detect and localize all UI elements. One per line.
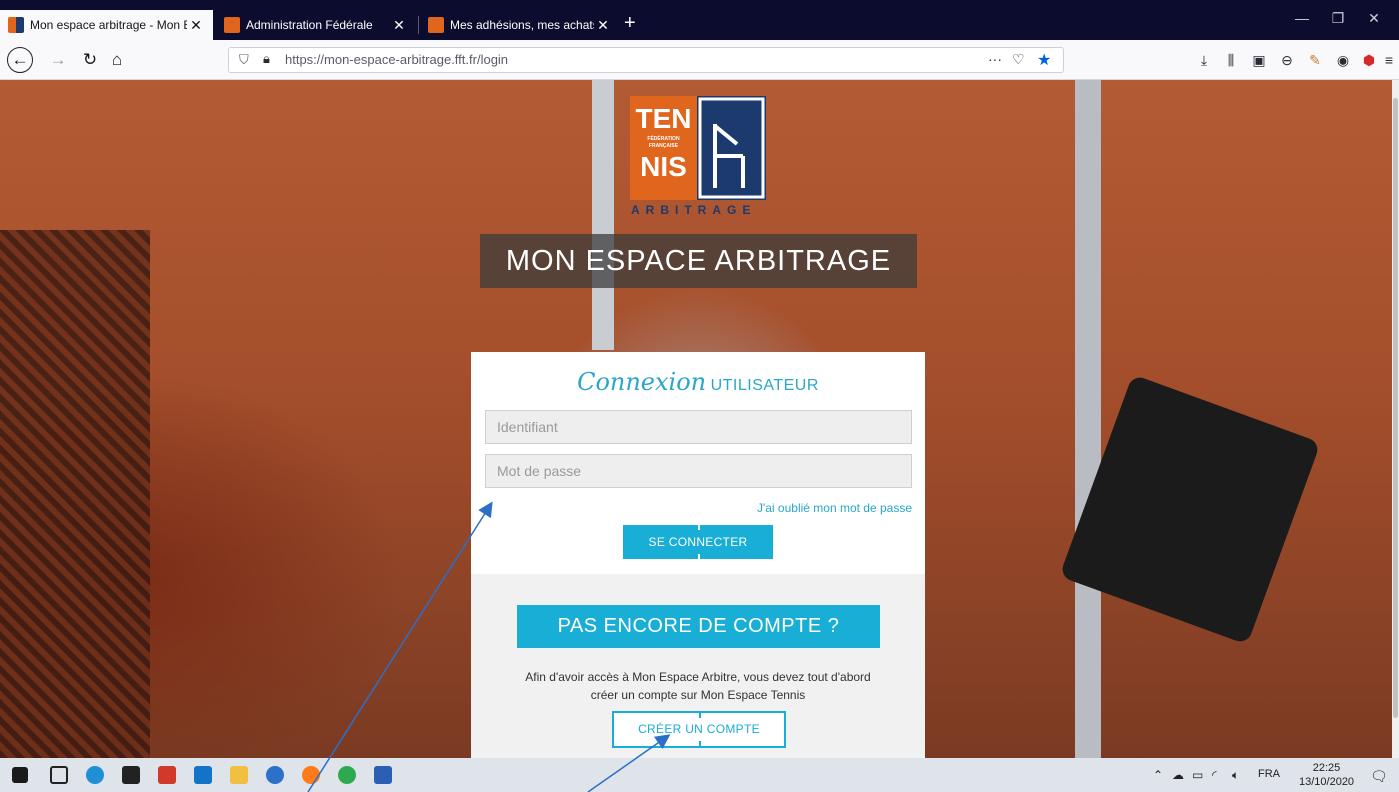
word-icon[interactable] xyxy=(374,766,392,784)
password-input[interactable]: Mot de passe xyxy=(485,454,912,488)
scrollbar[interactable] xyxy=(1392,80,1399,758)
logo-small-text: FÉDÉRATION xyxy=(647,136,680,142)
close-icon[interactable]: ✕ xyxy=(594,17,612,34)
bookmark-star-icon[interactable]: ★ xyxy=(1037,50,1051,70)
signup-banner: PAS ENCORE DE COMPTE ? xyxy=(517,605,880,648)
battery-icon[interactable]: ▭ xyxy=(1192,768,1203,782)
tab-title: Mes adhésions, mes achats | Te xyxy=(450,18,594,32)
net-post xyxy=(0,230,150,758)
forward-icon[interactable]: → xyxy=(46,48,70,72)
fft-logo: TEN FÉDÉRATION FRANÇAISE NIS xyxy=(630,96,697,200)
account-icon[interactable]: ⊖ xyxy=(1278,51,1296,69)
menu-icon[interactable]: ≡ xyxy=(1380,51,1398,69)
store-icon[interactable] xyxy=(122,766,140,784)
back-icon[interactable]: ← xyxy=(7,47,33,73)
umpire-chair-pole xyxy=(592,80,614,350)
umpire-chair-pole xyxy=(1075,80,1101,758)
tab-administration-federale[interactable]: Administration Fédérale ✕ xyxy=(216,10,416,40)
favicon-icon xyxy=(8,17,24,33)
signup-info-line: Afin d'avoir accès à Mon Espace Arbitre,… xyxy=(525,670,871,684)
language-indicator[interactable]: FRA xyxy=(1258,768,1280,780)
login-title: Connexion UTILISATEUR xyxy=(471,368,925,396)
app-icon[interactable] xyxy=(266,766,284,784)
umpire-chair-icon xyxy=(697,96,766,200)
extension-eye-icon[interactable]: ◉ xyxy=(1334,51,1352,69)
signup-info-line: créer un compte sur Mon Espace Tennis xyxy=(590,688,806,702)
login-title-script: Connexion xyxy=(577,368,707,396)
library-icon[interactable]: ⫼ xyxy=(1222,51,1240,69)
tab-title: Mon espace arbitrage - Mon E xyxy=(30,18,187,32)
app-icon[interactable] xyxy=(158,766,176,784)
close-window-icon[interactable]: ✕ xyxy=(1361,10,1387,27)
forgot-password-link[interactable]: J'ai oublié mon mot de passe xyxy=(757,501,912,515)
login-title-upper: UTILISATEUR xyxy=(710,377,819,394)
tab-strip: Mon espace arbitrage - Mon E ✕ Administr… xyxy=(0,0,1399,40)
logo-small-text: FRANÇAISE xyxy=(648,143,679,149)
adblock-icon[interactable]: ⬢ xyxy=(1360,51,1378,69)
url-text: https://mon-espace-arbitrage.fft.fr/logi… xyxy=(285,52,509,67)
url-bar[interactable]: ⛉ 🔒︎ https://mon-espace-arbitrage.fft.fr… xyxy=(228,47,1064,73)
maximize-icon[interactable]: ❐ xyxy=(1325,10,1351,27)
extension-map-icon[interactable]: ✎ xyxy=(1306,51,1324,69)
firefox-icon[interactable] xyxy=(302,766,320,784)
home-icon[interactable]: ⌂ xyxy=(105,48,129,72)
windows-start-icon[interactable] xyxy=(12,767,28,783)
close-icon[interactable]: ✕ xyxy=(187,17,205,34)
task-view-icon[interactable] xyxy=(50,766,68,784)
favicon-icon xyxy=(224,17,240,33)
mail-icon[interactable] xyxy=(194,766,212,784)
logo-subtitle: ARBITRAGE xyxy=(631,203,757,217)
onedrive-icon[interactable]: ☁ xyxy=(1172,768,1184,782)
notifications-icon[interactable]: 🗨︎ xyxy=(1370,768,1388,785)
shield-icon[interactable]: ⛉ xyxy=(239,52,249,68)
chrome-icon[interactable] xyxy=(338,766,356,784)
lock-icon[interactable]: 🔒︎ xyxy=(263,51,270,67)
minimize-icon[interactable]: — xyxy=(1289,10,1315,26)
signup-info: Afin d'avoir accès à Mon Espace Arbitre,… xyxy=(501,668,895,704)
volume-icon[interactable]: 🔈︎ xyxy=(1232,768,1239,783)
edge-icon[interactable] xyxy=(86,766,104,784)
clock[interactable]: 22:25 13/10/2020 xyxy=(1299,761,1354,789)
logo-text: TEN xyxy=(635,103,692,134)
download-icon[interactable]: ⤓ xyxy=(1195,51,1213,69)
favicon-icon xyxy=(428,17,444,33)
clock-date: 13/10/2020 xyxy=(1299,776,1355,788)
clock-time: 22:25 xyxy=(1312,762,1341,774)
sidebar-icon[interactable]: ▣ xyxy=(1250,51,1268,69)
pocket-icon[interactable]: ♡ xyxy=(1012,51,1025,68)
signup-section: PAS ENCORE DE COMPTE ? Afin d'avoir accè… xyxy=(471,574,925,758)
file-explorer-icon[interactable] xyxy=(230,766,248,784)
wifi-icon[interactable]: ◜ xyxy=(1212,768,1217,782)
page-actions-icon[interactable]: ··· xyxy=(988,51,1002,67)
tab-mes-adhesions[interactable]: Mes adhésions, mes achats | Te ✕ xyxy=(420,10,620,40)
login-card: Connexion UTILISATEUR Identifiant Mot de… xyxy=(471,352,925,574)
tab-separator xyxy=(418,16,419,34)
reload-icon[interactable]: ↻ xyxy=(78,48,102,72)
create-account-button[interactable]: CRÉER UN COMPTE xyxy=(612,711,786,748)
tray-arrow-icon[interactable]: ⌃ xyxy=(1153,768,1163,782)
tab-mon-espace-arbitrage[interactable]: Mon espace arbitrage - Mon E ✕ xyxy=(0,10,213,40)
logo-text: NIS xyxy=(640,151,687,182)
login-button[interactable]: SE CONNECTER xyxy=(623,525,773,559)
page-title: MON ESPACE ARBITRAGE xyxy=(480,234,917,288)
username-input[interactable]: Identifiant xyxy=(485,410,912,444)
windows-taskbar: ⌃ ☁ ▭ ◜ 🔈︎ FRA 22:25 13/10/2020 🗨︎ xyxy=(0,758,1399,792)
scrollbar-thumb[interactable] xyxy=(1393,98,1398,718)
tab-title: Administration Fédérale xyxy=(246,18,373,32)
close-icon[interactable]: ✕ xyxy=(390,17,408,34)
new-tab-icon[interactable]: + xyxy=(624,12,636,34)
nav-bar: ← → ↻ ⌂ ⛉ 🔒︎ https://mon-espace-arbitrag… xyxy=(0,40,1399,80)
